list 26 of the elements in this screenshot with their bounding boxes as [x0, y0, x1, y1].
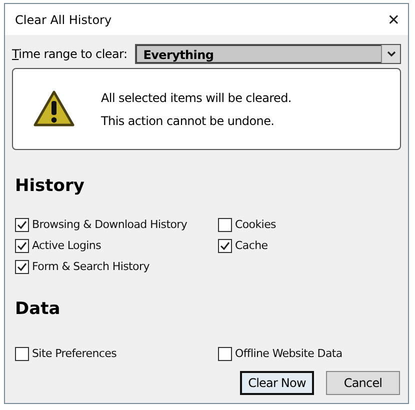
clear-now-button[interactable]: Clear Now	[240, 371, 314, 395]
warning-icon	[33, 90, 75, 128]
checkbox-label: Active Logins	[32, 239, 102, 252]
checkbox-label: Browsing & Download History	[32, 218, 188, 231]
checkbox[interactable]	[218, 346, 232, 360]
time-range-dropdown[interactable]: Everything	[135, 44, 401, 64]
section-heading: Data	[15, 299, 62, 319]
window-title: Clear All History	[15, 12, 112, 26]
section-heading: History	[15, 176, 86, 196]
chevron-down-icon	[386, 51, 396, 57]
checkbox[interactable]	[218, 238, 232, 252]
warning-text: This action cannot be undone.	[101, 114, 276, 128]
checkbox-label: Form & Search History	[32, 260, 150, 273]
checkbox-label: Offline Website Data	[235, 347, 342, 360]
checkbox[interactable]	[15, 346, 29, 360]
checkbox-label: Cookies	[235, 218, 276, 231]
checkbox-label: Cache	[235, 239, 268, 252]
checkbox[interactable]	[15, 218, 29, 232]
checkbox[interactable]	[15, 238, 29, 252]
checkbox-label: Site Preferences	[32, 347, 117, 360]
checkbox[interactable]	[218, 218, 232, 232]
warning-text: All selected items will be cleared.	[101, 90, 292, 104]
cancel-button[interactable]: Cancel	[326, 371, 400, 395]
close-button[interactable]: ✕	[387, 10, 400, 28]
checkbox[interactable]	[15, 260, 29, 274]
time-range-label: Time range to clear:	[12, 47, 128, 61]
